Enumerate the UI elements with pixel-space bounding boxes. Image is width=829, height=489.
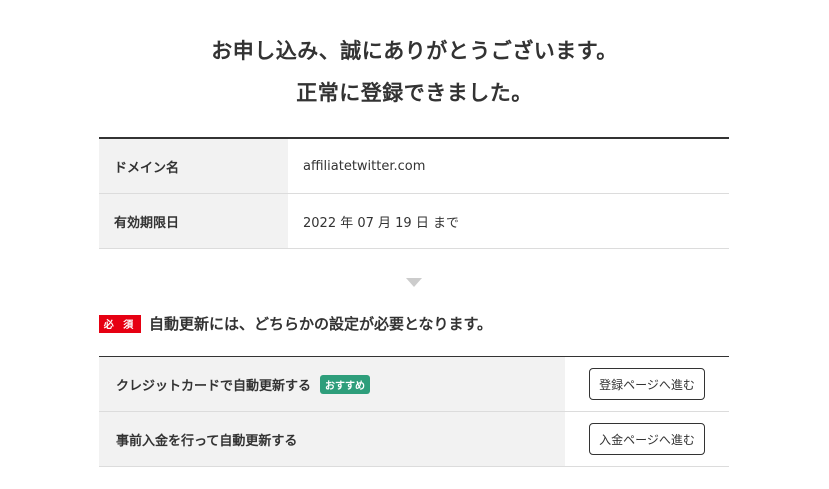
- arrow-down-icon: [406, 278, 422, 287]
- page-title: お申し込み、誠にありがとうございます。: [211, 39, 618, 63]
- table-row: 有効期限日 2022 年 07 月 19 日 まで: [99, 194, 729, 249]
- domain-info-table: ドメイン名 affiliatetwitter.com 有効期限日 2022 年 …: [99, 137, 729, 249]
- table-row: クレジットカードで自動更新する おすすめ 登録ページへ進む: [99, 357, 729, 412]
- auto-renew-options-table: クレジットカードで自動更新する おすすめ 登録ページへ進む 事前入金を行って自動…: [99, 356, 729, 467]
- auto-renew-notice: 必 須 自動更新には、どちらかの設定が必要となります。: [99, 313, 492, 334]
- prepayment-option-action: 入金ページへ進む: [565, 412, 729, 466]
- register-page-button[interactable]: 登録ページへ進む: [589, 368, 705, 400]
- credit-card-option-label-cell: クレジットカードで自動更新する おすすめ: [99, 357, 565, 411]
- credit-card-option-label: クレジットカードで自動更新する: [116, 378, 312, 394]
- table-row: ドメイン名 affiliatetwitter.com: [99, 139, 729, 194]
- domain-name-value: affiliatetwitter.com: [303, 158, 426, 174]
- table-row: 事前入金を行って自動更新する 入金ページへ進む: [99, 412, 729, 467]
- recommend-badge: おすすめ: [320, 374, 371, 394]
- expiry-date-value: 2022 年 07 月 19 日 まで: [303, 215, 459, 231]
- page-subtitle: 正常に登録できました。: [296, 81, 533, 105]
- credit-card-option-action: 登録ページへ進む: [565, 357, 729, 411]
- required-badge: 必 須: [99, 314, 141, 333]
- expiry-date-label: 有効期限日: [99, 194, 288, 248]
- prepayment-option-label: 事前入金を行って自動更新する: [116, 433, 298, 449]
- auto-renew-notice-text: 自動更新には、どちらかの設定が必要となります。: [149, 315, 493, 333]
- domain-name-label: ドメイン名: [99, 139, 288, 193]
- deposit-page-button[interactable]: 入金ページへ進む: [589, 423, 705, 455]
- prepayment-option-label-cell: 事前入金を行って自動更新する: [99, 412, 565, 466]
